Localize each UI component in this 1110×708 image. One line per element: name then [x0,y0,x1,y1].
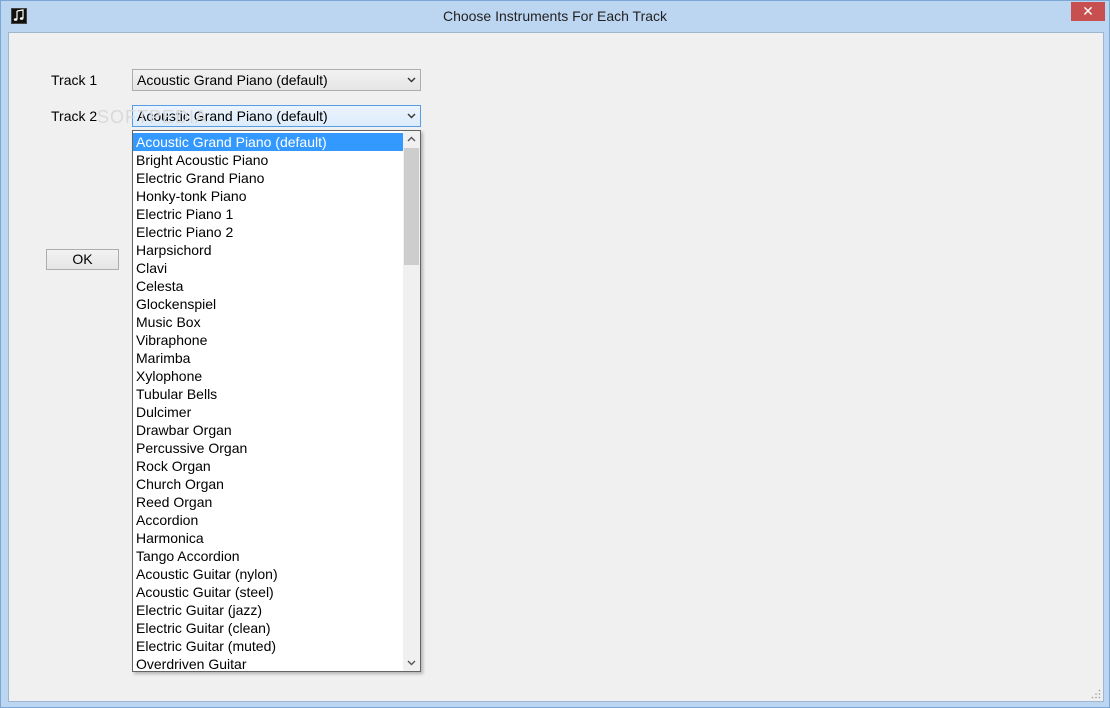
window-title: Choose Instruments For Each Track [442,8,668,24]
instrument-option[interactable]: Electric Piano 1 [133,205,403,223]
instrument-option[interactable]: Vibraphone [133,331,403,349]
instrument-option[interactable]: Accordion [133,511,403,529]
close-icon: ✕ [1082,3,1094,19]
ok-button[interactable]: OK [46,249,119,270]
track-1-instrument-select[interactable]: Acoustic Grand Piano (default) [132,69,421,91]
chevron-down-icon [407,77,416,83]
scroll-down-button[interactable] [403,654,420,671]
instrument-option[interactable]: Music Box [133,313,403,331]
track-1-selected-value: Acoustic Grand Piano (default) [137,72,328,88]
track-2-label: Track 2 [51,108,98,124]
instrument-option[interactable]: Tubular Bells [133,385,403,403]
instrument-option[interactable]: Acoustic Guitar (nylon) [133,565,403,583]
instrument-option[interactable]: Acoustic Grand Piano (default) [133,133,403,151]
instrument-option[interactable]: Electric Guitar (jazz) [133,601,403,619]
instrument-option[interactable]: Reed Organ [133,493,403,511]
instrument-option[interactable]: Percussive Organ [133,439,403,457]
instrument-option[interactable]: Acoustic Guitar (steel) [133,583,403,601]
instrument-option[interactable]: Tango Accordion [133,547,403,565]
title-bar[interactable]: Choose Instruments For Each Track ✕ [1,1,1109,32]
instrument-option[interactable]: Drawbar Organ [133,421,403,439]
scroll-up-button[interactable] [403,131,420,148]
resize-grip-icon[interactable] [1091,689,1101,699]
chevron-up-icon [407,136,416,142]
instrument-option[interactable]: Marimba [133,349,403,367]
dialog-window: Choose Instruments For Each Track ✕ Trac… [0,0,1110,708]
instrument-option[interactable]: Rock Organ [133,457,403,475]
chevron-down-icon [407,660,416,666]
instrument-option[interactable]: Overdriven Guitar [133,655,403,673]
instrument-option[interactable]: Electric Piano 2 [133,223,403,241]
instrument-option[interactable]: Dulcimer [133,403,403,421]
watermark: SOFTPEDIA [97,107,209,127]
client-area: Track 1 Acoustic Grand Piano (default) T… [8,32,1104,702]
instrument-option[interactable]: Electric Guitar (muted) [133,637,403,655]
instrument-option[interactable]: Harpsichord [133,241,403,259]
scrollbar[interactable] [403,131,420,671]
instrument-option[interactable]: Church Organ [133,475,403,493]
scroll-thumb[interactable] [404,148,419,265]
instrument-option[interactable]: Harmonica [133,529,403,547]
instrument-option[interactable]: Bright Acoustic Piano [133,151,403,169]
instrument-option[interactable]: Xylophone [133,367,403,385]
chevron-down-icon [407,113,416,119]
track-1-label: Track 1 [51,72,98,88]
instrument-option[interactable]: Glockenspiel [133,295,403,313]
close-button[interactable]: ✕ [1071,2,1105,21]
instrument-option[interactable]: Electric Grand Piano [133,169,403,187]
instrument-list: Acoustic Grand Piano (default) Bright Aco… [133,133,403,673]
instrument-option[interactable]: Electric Guitar (clean) [133,619,403,637]
instrument-dropdown-list[interactable]: Acoustic Grand Piano (default) Bright Aco… [132,130,421,672]
instrument-option[interactable]: Clavi [133,259,403,277]
instrument-option[interactable]: Celesta [133,277,403,295]
instrument-option[interactable]: Honky-tonk Piano [133,187,403,205]
